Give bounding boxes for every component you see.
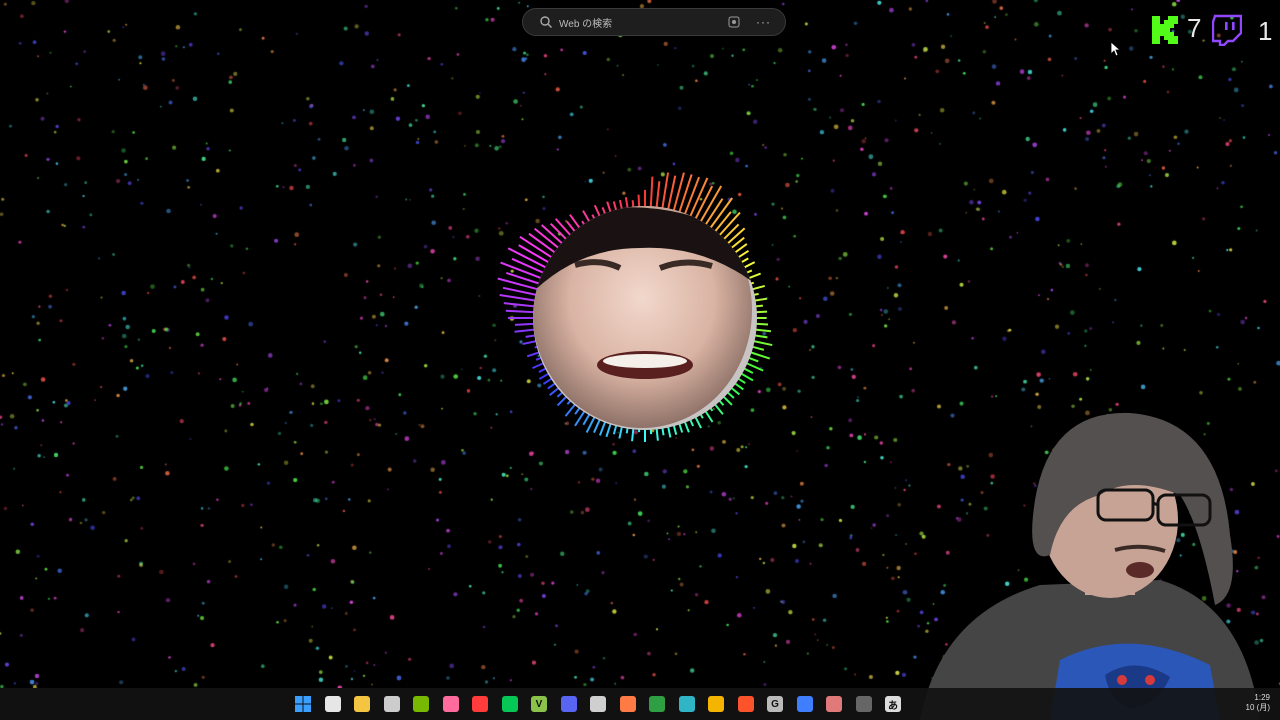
settings-app-icon[interactable] — [796, 696, 813, 712]
spectrum-bar — [503, 302, 536, 308]
chatgpt-icon[interactable] — [590, 696, 606, 712]
spectrum-bar — [704, 409, 714, 423]
spectrum-bar — [598, 420, 607, 436]
spectrum-bar — [736, 249, 750, 259]
spectrum-bar — [704, 198, 724, 227]
clock-time: 1:29 — [1254, 693, 1270, 702]
kick-logo-icon — [1152, 16, 1178, 44]
twitch-viewer-count: 1 — [1258, 16, 1273, 46]
office-app-icon[interactable] — [619, 696, 636, 712]
spectrum-bar — [661, 172, 670, 210]
spectrum-bar — [554, 218, 573, 237]
spectrum-bar — [511, 257, 545, 275]
spectrum-bar — [605, 422, 612, 438]
line-icon[interactable] — [501, 696, 518, 712]
task-view-icon[interactable] — [324, 696, 341, 712]
mouse-cursor-icon — [1110, 41, 1122, 57]
spectrum-bar — [526, 351, 541, 358]
spectrum-bar — [713, 211, 732, 234]
spectrum-bar — [683, 176, 700, 216]
spectrum-bar — [754, 328, 772, 333]
search-icon — [540, 16, 552, 28]
spectrum-bar — [514, 328, 536, 333]
spectrum-bar — [739, 372, 754, 382]
spectrum-bar — [514, 322, 536, 326]
spectrum-bar — [722, 223, 740, 241]
spectrum-bar — [655, 427, 659, 441]
spectrum-bar — [713, 402, 724, 415]
lips-app-icon[interactable] — [442, 696, 459, 712]
spectrum-bar — [505, 309, 536, 314]
spectrum-bar — [750, 284, 765, 291]
system-clock[interactable]: 1:29 10 (月) — [1240, 693, 1270, 713]
twitch-logo-icon — [1212, 14, 1242, 46]
clock-date: 10 (月) — [1245, 703, 1270, 712]
taskbar: VGあ — [0, 688, 1280, 720]
spectrum-bar — [593, 418, 602, 433]
misc-app-icon[interactable] — [855, 696, 872, 712]
g-app-icon[interactable]: G — [767, 696, 783, 712]
translate-app-icon[interactable]: あ — [885, 696, 901, 712]
record-icon[interactable] — [472, 696, 488, 712]
kick-viewer-count: 7 — [1187, 13, 1202, 43]
spectrum-bar — [752, 339, 773, 347]
chrome-icon[interactable] — [708, 696, 724, 712]
spectrum-bar — [522, 339, 538, 346]
spectrum-bar — [747, 272, 761, 280]
spectrum-bar — [502, 286, 538, 297]
start-icon[interactable] — [295, 696, 311, 712]
xbox-icon[interactable] — [649, 696, 665, 712]
spectrum-bar — [637, 194, 641, 209]
spectrum-bar — [655, 181, 661, 209]
spectrum-bar — [593, 204, 602, 218]
discord-icon[interactable] — [560, 696, 577, 712]
spectrum-bar — [694, 415, 702, 429]
spectrum-bar — [666, 175, 677, 211]
search-placeholder[interactable]: Web の検索 — [559, 15, 728, 30]
streamer-facecam — [920, 412, 1260, 720]
v-app-icon[interactable]: V — [531, 696, 547, 712]
spectrum-bar — [549, 222, 568, 241]
obs-icon[interactable] — [383, 696, 400, 712]
paint-app-icon[interactable] — [826, 696, 842, 712]
brave-icon[interactable] — [737, 696, 754, 712]
spectrum-bar — [499, 293, 537, 302]
spectrum-bar — [540, 224, 564, 246]
audio-visualizer — [497, 172, 773, 442]
spectrum-bar — [726, 227, 746, 246]
spectrum-bar — [753, 334, 768, 339]
spectrum-bar — [556, 395, 568, 407]
spectrum-bar — [753, 297, 768, 302]
more-options-button[interactable]: ··· — [756, 15, 771, 29]
edge-icon[interactable] — [678, 696, 695, 712]
spectrum-bar — [631, 427, 635, 442]
file-explorer-icon[interactable] — [354, 696, 370, 712]
spectrum-bar — [582, 210, 591, 224]
spectrum-bar — [564, 402, 577, 417]
spectrum-bar — [566, 220, 577, 234]
spectrum-bar — [649, 176, 654, 209]
nvidia-icon[interactable] — [413, 696, 429, 712]
spectrum-bar — [749, 351, 771, 360]
visual-search-icon[interactable] — [728, 16, 740, 28]
web-search-bar[interactable]: Web の検索 ··· — [522, 8, 786, 36]
